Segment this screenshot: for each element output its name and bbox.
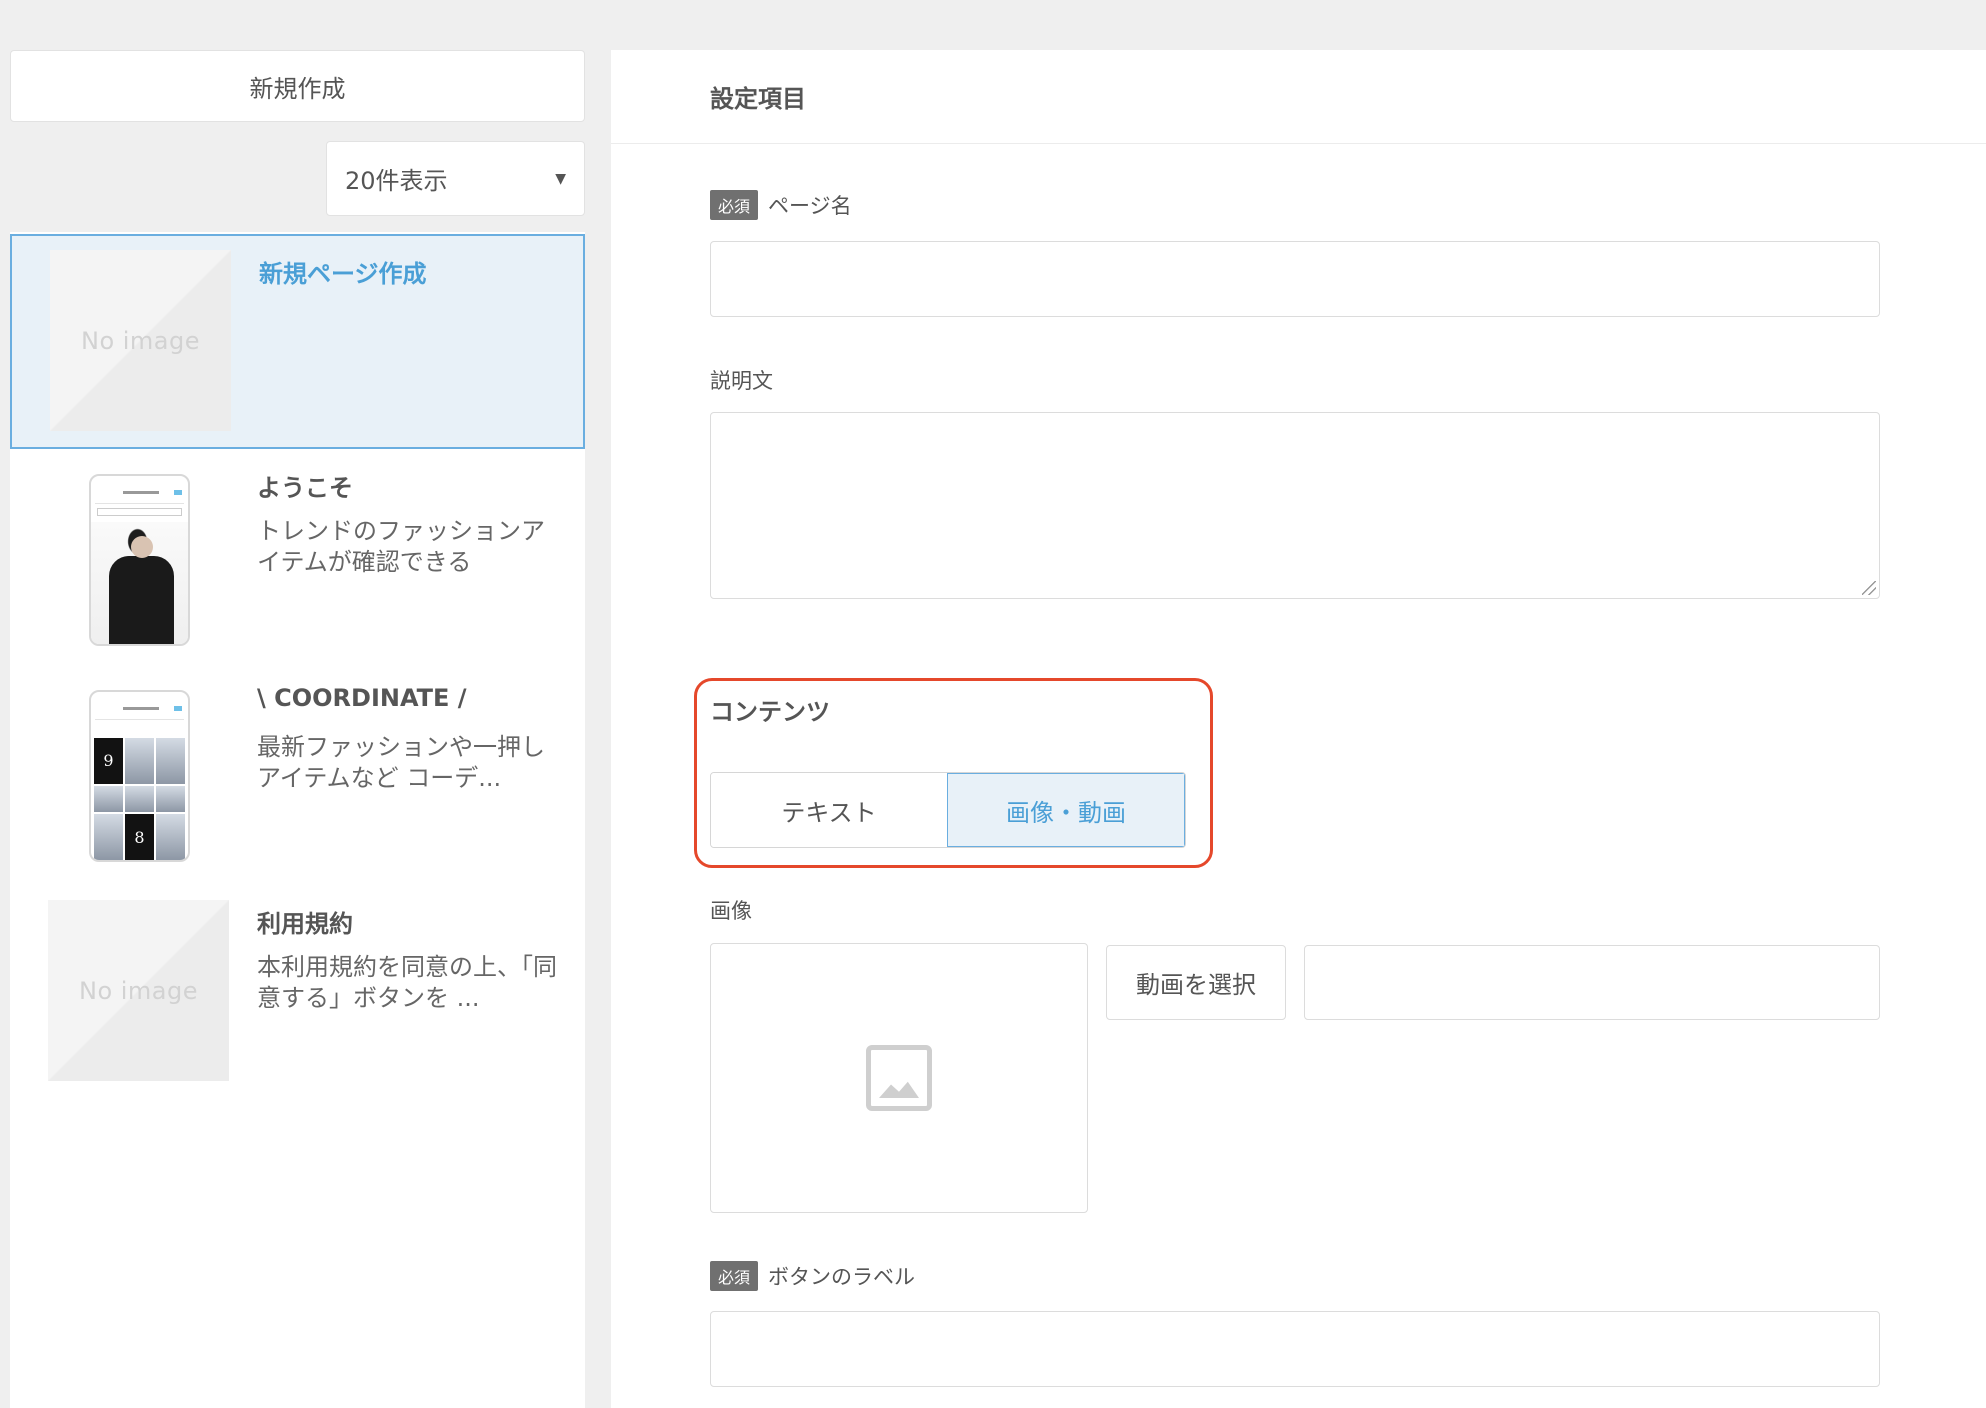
image-label-text: 画像: [710, 899, 752, 923]
resize-handle-icon[interactable]: [1862, 581, 1876, 595]
new-create-label: 新規作成: [249, 74, 346, 103]
grid-number: 8: [125, 814, 154, 860]
display-count-select[interactable]: 20件表示 ▼: [326, 141, 585, 216]
contents-title: コンテンツ: [710, 698, 830, 726]
page-name-input[interactable]: [710, 241, 1880, 317]
select-video-button[interactable]: 動画を選択: [1106, 945, 1286, 1020]
page-list-item[interactable]: No image 利用規約 本利用規約を同意の上、「同意する」ボタンを ...: [10, 892, 585, 1112]
settings-panel: 設定項目 必須 ページ名 説明文 コンテンツ テキスト 画像・動画 画像 動画を…: [611, 50, 1986, 1408]
page-title: ようこそ: [257, 474, 353, 502]
page-list-item[interactable]: ようこそ トレンドのファッションアイテムが確認できる: [10, 458, 585, 668]
contents-image-video-option[interactable]: 画像・動画: [947, 773, 1185, 847]
grid-number: 9: [94, 738, 123, 784]
no-image-thumbnail: No image: [50, 250, 231, 431]
caret-down-icon: ▼: [555, 170, 566, 187]
contents-type-toggle: テキスト 画像・動画: [710, 772, 1186, 848]
page-description: 本利用規約を同意の上、「同意する」ボタンを ...: [257, 953, 557, 1012]
video-input[interactable]: [1304, 945, 1880, 1020]
select-video-label: 動画を選択: [1136, 971, 1256, 999]
image-upload-area[interactable]: [710, 943, 1088, 1213]
description-textarea[interactable]: [710, 412, 1880, 599]
page-title: 新規ページ作成: [259, 260, 427, 288]
image-label: 画像: [710, 895, 752, 925]
description-label: 説明文: [710, 365, 773, 395]
description-label-text: 説明文: [710, 369, 773, 393]
phone-thumbnail: [89, 474, 190, 646]
button-label-label: 必須 ボタンのラベル: [710, 1261, 915, 1291]
settings-header: 設定項目: [611, 50, 1986, 144]
new-create-button[interactable]: 新規作成: [10, 50, 585, 122]
page-name-label-text: ページ名: [768, 194, 852, 218]
page-name-label: 必須 ページ名: [710, 190, 852, 220]
no-image-text: No image: [78, 976, 199, 1005]
page-title: \ COORDINATE /: [257, 684, 467, 712]
page-list: No image 新規ページ作成 ようこそ トレンドのファッションアイテムが確認…: [10, 232, 585, 1408]
required-badge: 必須: [710, 190, 759, 220]
page-description: 最新ファッションや一押しアイテムなど コーデ...: [257, 733, 545, 792]
display-count-value: 20件表示: [345, 167, 448, 195]
no-image-text: No image: [80, 326, 201, 355]
required-badge: 必須: [710, 1261, 759, 1291]
page-list-item[interactable]: 9 8 \ COORDINATE / 最新ファッションや一押しアイテムなど コー…: [10, 674, 585, 884]
page-title: 利用規約: [257, 910, 353, 938]
button-label-label-text: ボタンのラベル: [768, 1265, 916, 1289]
button-label-input[interactable]: [710, 1311, 1880, 1387]
page-list-item-new[interactable]: No image 新規ページ作成: [10, 234, 585, 449]
image-placeholder-icon: [866, 1045, 932, 1111]
page-description: トレンドのファッションアイテムが確認できる: [257, 517, 545, 576]
contents-text-option[interactable]: テキスト: [711, 773, 947, 847]
no-image-thumbnail: No image: [48, 900, 229, 1081]
phone-thumbnail: 9 8: [89, 690, 190, 862]
